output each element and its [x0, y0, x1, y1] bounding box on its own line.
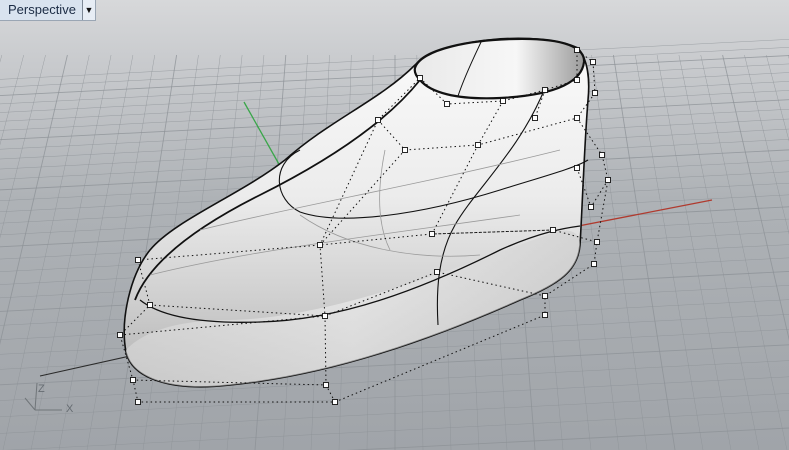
control-point[interactable]	[532, 115, 538, 121]
shoe-last-surface[interactable]	[117, 37, 611, 405]
control-point[interactable]	[542, 312, 548, 318]
control-point[interactable]	[574, 47, 580, 53]
scene-canvas[interactable]: Z X	[0, 0, 789, 450]
control-point[interactable]	[592, 90, 598, 96]
control-point[interactable]	[550, 227, 556, 233]
control-point[interactable]	[574, 115, 580, 121]
control-point[interactable]	[574, 77, 580, 83]
control-point[interactable]	[130, 377, 136, 383]
control-point[interactable]	[322, 313, 328, 319]
control-point[interactable]	[591, 261, 597, 267]
control-point[interactable]	[599, 152, 605, 158]
viewport-title[interactable]: Perspective	[0, 0, 82, 20]
control-point[interactable]	[117, 332, 123, 338]
control-point[interactable]	[542, 87, 548, 93]
control-point[interactable]	[542, 293, 548, 299]
control-point[interactable]	[417, 75, 423, 81]
control-point[interactable]	[147, 302, 153, 308]
control-point[interactable]	[475, 142, 481, 148]
caret-down-icon[interactable]: ▼	[81, 0, 95, 20]
control-point[interactable]	[429, 231, 435, 237]
control-point[interactable]	[317, 242, 323, 248]
control-point[interactable]	[434, 269, 440, 275]
control-point[interactable]	[444, 101, 450, 107]
control-point[interactable]	[135, 399, 141, 405]
control-point[interactable]	[332, 399, 338, 405]
control-point[interactable]	[500, 98, 506, 104]
control-point[interactable]	[605, 177, 611, 183]
control-point[interactable]	[574, 165, 580, 171]
x-axis-line	[562, 199, 713, 230]
control-point[interactable]	[590, 59, 596, 65]
control-point[interactable]	[594, 239, 600, 245]
viewport-title-tab[interactable]: Perspective ▼	[0, 0, 96, 21]
x-axis-negative	[39, 355, 131, 377]
gizmo-z-label: Z	[38, 383, 45, 395]
control-point[interactable]	[375, 117, 381, 123]
gizmo-x-label: X	[66, 403, 74, 415]
control-point[interactable]	[402, 147, 408, 153]
perspective-viewport[interactable]: Z X Perspective ▼	[0, 0, 789, 450]
control-point[interactable]	[323, 382, 329, 388]
control-point[interactable]	[135, 257, 141, 263]
control-point[interactable]	[588, 204, 594, 210]
